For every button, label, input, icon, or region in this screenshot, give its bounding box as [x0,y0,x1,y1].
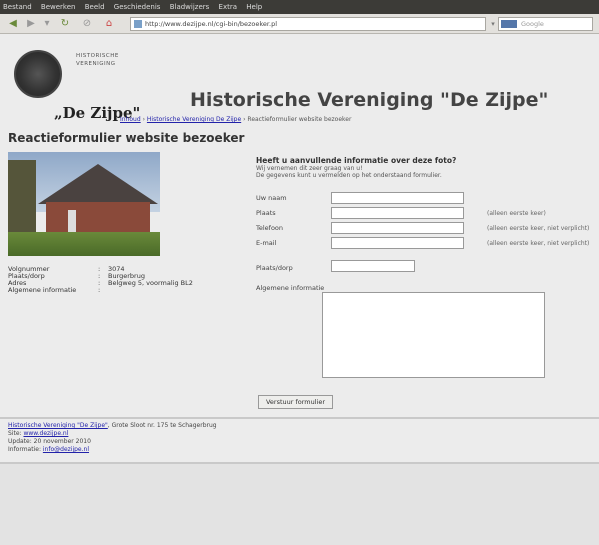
menu-edit[interactable]: Bewerken [41,3,76,11]
place-note: (alleen eerste keer) [487,210,546,217]
logo-caption-line-2: VERENIGING [76,61,116,67]
email-label: E-mail [256,239,277,247]
menu-bar: Bestand Bewerken Beeld Geschiedenis Blad… [0,0,599,14]
page-bottom-area [0,464,599,545]
breadcrumb-society-link[interactable]: Historische Vereniging De Zijpe [147,116,241,123]
phone-note: (alleen eerste keer, niet verplicht) [487,225,590,232]
general-info-label: Algemene informatie [256,284,325,292]
name-field[interactable] [331,192,464,204]
breadcrumb-home-link[interactable]: Inhoud [120,116,141,123]
menu-tools[interactable]: Extra [219,3,237,11]
back-icon[interactable]: ◀ [6,17,20,31]
footer-update: Update: 20 november 2010 [8,438,91,445]
breadcrumb-current: › Reactieformulier website bezoeker [243,116,352,123]
page-title: Reactieformulier website bezoeker [8,131,245,145]
site-title: Historische Vereniging "De Zijpe" [190,89,549,111]
url-input[interactable]: http://www.dezijpe.nl/cgi-bin/bezoeker.p… [130,17,486,31]
submit-button[interactable]: Verstuur formulier [258,395,333,409]
email-note: (alleen eerste keer, niet verplicht) [487,240,590,247]
society-seal-logo [14,50,62,98]
place-label: Plaats [256,209,276,217]
menu-help[interactable]: Help [246,3,262,11]
form-intro: Wij vernemen dit zeer graag van u! De ge… [256,165,442,179]
info-row: Algemene informatie: [8,286,101,294]
footer-email-link[interactable]: info@dezijpe.nl [43,446,89,453]
info-key: Algemene informatie [8,286,77,294]
farmhouse-photo [8,152,160,256]
photo-info: Volgnummer:3074 Plaats/dorp: Burgerbrug A… [8,266,193,294]
search-placeholder: Google [521,20,544,28]
url-text: http://www.dezijpe.nl/cgi-bin/bezoeker.p… [145,20,277,28]
site-favicon-icon [134,20,142,28]
search-input[interactable]: Google [498,17,593,31]
footer-info-label: Informatie: [8,446,43,453]
place-field[interactable] [331,207,464,219]
footer-society-link[interactable]: Historische Vereniging "De Zijpe" [8,422,108,429]
stop-icon[interactable]: ⊘ [80,17,94,31]
info-value: Belgweg 5, voormalig BL2 [108,279,193,287]
menu-file[interactable]: Bestand [3,3,32,11]
forward-icon[interactable]: ▶ [24,17,38,31]
village-field[interactable] [331,260,415,272]
navigation-toolbar: ◀ ▶ ▾ ↻ ⊘ ⌂ http://www.dezijpe.nl/cgi-bi… [0,14,599,34]
web-page: HISTORISCHE VERENIGING „De Zijpe" Histor… [0,34,599,545]
dropdown-chevron-icon[interactable]: ▾ [40,17,54,31]
menu-view[interactable]: Beeld [85,3,105,11]
form-heading: Heeft u aanvullende informatie over deze… [256,156,457,165]
menu-bookmarks[interactable]: Bladwijzers [170,3,210,11]
phone-label: Telefoon [256,224,284,232]
phone-field[interactable] [331,222,464,234]
form-intro-line-1: Wij vernemen dit zeer graag van u! [256,165,363,172]
footer-site-link[interactable]: www.dezijpe.nl [23,430,68,437]
name-label: Uw naam [256,194,287,202]
general-info-textarea[interactable] [322,292,545,378]
footer: Historische Vereniging "De Zijpe", Grote… [8,422,217,454]
form-intro-line-2: De gegevens kunt u vermelden op het onde… [256,172,442,179]
footer-site-label: Site: [8,430,24,437]
reload-icon[interactable]: ↻ [58,17,72,31]
email-field[interactable] [331,237,464,249]
logo-caption: HISTORISCHE VERENIGING [76,52,119,68]
divider [0,417,599,419]
menu-history[interactable]: Geschiedenis [114,3,161,11]
search-engine-icon[interactable] [501,20,517,28]
home-icon[interactable]: ⌂ [102,17,116,31]
breadcrumb: Inhoud › Historische Vereniging De Zijpe… [120,116,351,123]
village-label: Plaats/dorp [256,264,293,272]
logo-caption-line-1: HISTORISCHE [76,53,119,59]
footer-address: , Grote Sloot nr. 175 te Schagerbrug [107,422,217,429]
